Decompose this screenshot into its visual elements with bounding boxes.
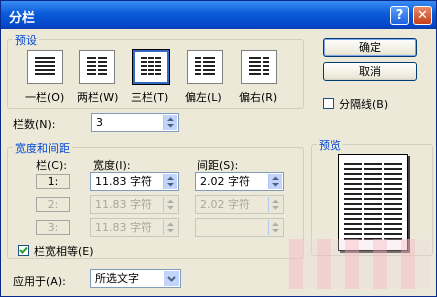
spin-arrows-icon: [272, 199, 279, 210]
apply-to-label: 应用于(A):: [13, 275, 66, 288]
two-columns-icon: [87, 57, 107, 75]
equal-width-label[interactable]: 栏宽相等(E): [34, 243, 94, 259]
width-spinner-2[interactable]: [163, 197, 177, 212]
preview-column: [384, 163, 402, 243]
right-columns-icon: [249, 57, 269, 75]
separator-label[interactable]: 分隔线(B): [339, 96, 388, 112]
width-spinner-1[interactable]: [163, 174, 177, 189]
spacing-input-3[interactable]: [195, 218, 284, 237]
num-columns-input[interactable]: 3: [91, 113, 179, 132]
window-title: 分栏: [9, 11, 36, 26]
help-button[interactable]: ?: [390, 6, 409, 25]
equal-width-checkbox[interactable]: [18, 245, 29, 256]
width-spacing-group-label: 宽度和间距: [13, 140, 72, 156]
preset-right-label: 偏右(R): [239, 91, 278, 104]
watermark-overlay: [289, 239, 429, 289]
spin-arrows-icon: [167, 176, 174, 187]
spin-arrows-icon: [272, 222, 279, 233]
preview-column: [364, 163, 382, 243]
column-number-1: 1:: [36, 174, 70, 189]
preset-two-columns[interactable]: [79, 50, 115, 84]
apply-to-select[interactable]: 所选文字: [90, 269, 181, 288]
width-header: 宽度(I):: [93, 159, 131, 172]
width-input-3[interactable]: 11.83 字符: [90, 218, 179, 237]
ok-button[interactable]: 确定: [323, 38, 417, 57]
preset-left[interactable]: [187, 50, 223, 84]
columns-dialog: 分栏 ? ✕ 预设 一栏(O) 两栏(W) 三栏(T) 偏左(L) 偏右(R) …: [0, 0, 437, 297]
width-spinner-3[interactable]: [163, 220, 177, 235]
preset-three-columns[interactable]: [132, 49, 170, 85]
chevron-down-icon: [167, 276, 176, 282]
close-button[interactable]: ✕: [413, 6, 432, 25]
title-bar[interactable]: 分栏 ? ✕: [1, 1, 436, 29]
column-number-2: 2:: [36, 197, 70, 212]
preset-left-label: 偏左(L): [185, 91, 222, 104]
preset-two-columns-label: 两栏(W): [77, 91, 119, 104]
col-header: 栏(C):: [36, 159, 67, 172]
preview-column: [344, 163, 362, 243]
spin-arrows-icon: [167, 117, 174, 128]
spacing-value-1: 2.02 字符: [200, 175, 250, 188]
spacing-spinner-2[interactable]: [268, 197, 282, 212]
three-columns-icon: [141, 57, 161, 75]
width-value-1: 11.83 字符: [95, 175, 152, 188]
one-column-icon: [35, 57, 55, 75]
width-value-2: 11.83 字符: [95, 198, 152, 211]
preset-one-column-label: 一栏(O): [25, 91, 65, 104]
width-input-2[interactable]: 11.83 字符: [90, 195, 179, 214]
num-columns-label: 栏数(N):: [13, 118, 56, 131]
spin-arrows-icon: [167, 199, 174, 210]
preset-three-columns-label: 三栏(T): [131, 91, 169, 104]
separator-checkbox[interactable]: [323, 98, 334, 109]
spacing-input-1[interactable]: 2.02 字符: [195, 172, 284, 191]
spacing-input-2[interactable]: 2.02 字符: [195, 195, 284, 214]
spacing-value-2: 2.02 字符: [200, 198, 250, 211]
spin-arrows-icon: [167, 222, 174, 233]
preset-right[interactable]: [241, 50, 277, 84]
num-columns-spinner[interactable]: [163, 115, 177, 130]
num-columns-value: 3: [96, 116, 103, 129]
left-columns-icon: [195, 57, 215, 75]
preview-page: [338, 154, 408, 251]
preset-one-column[interactable]: [27, 50, 63, 84]
preview-group-label: 预览: [317, 137, 343, 153]
cancel-button[interactable]: 取消: [323, 62, 417, 81]
spin-arrows-icon: [272, 176, 279, 187]
apply-to-value: 所选文字: [95, 272, 139, 285]
spacing-spinner-3[interactable]: [268, 220, 282, 235]
checkmark-icon: [19, 246, 28, 254]
column-number-3: 3:: [36, 220, 70, 235]
presets-group-label: 预设: [13, 32, 39, 48]
spacing-header: 间距(S):: [197, 159, 239, 172]
apply-to-dropdown[interactable]: [164, 271, 179, 286]
width-value-3: 11.83 字符: [95, 221, 152, 234]
width-input-1[interactable]: 11.83 字符: [90, 172, 179, 191]
spacing-spinner-1[interactable]: [268, 174, 282, 189]
